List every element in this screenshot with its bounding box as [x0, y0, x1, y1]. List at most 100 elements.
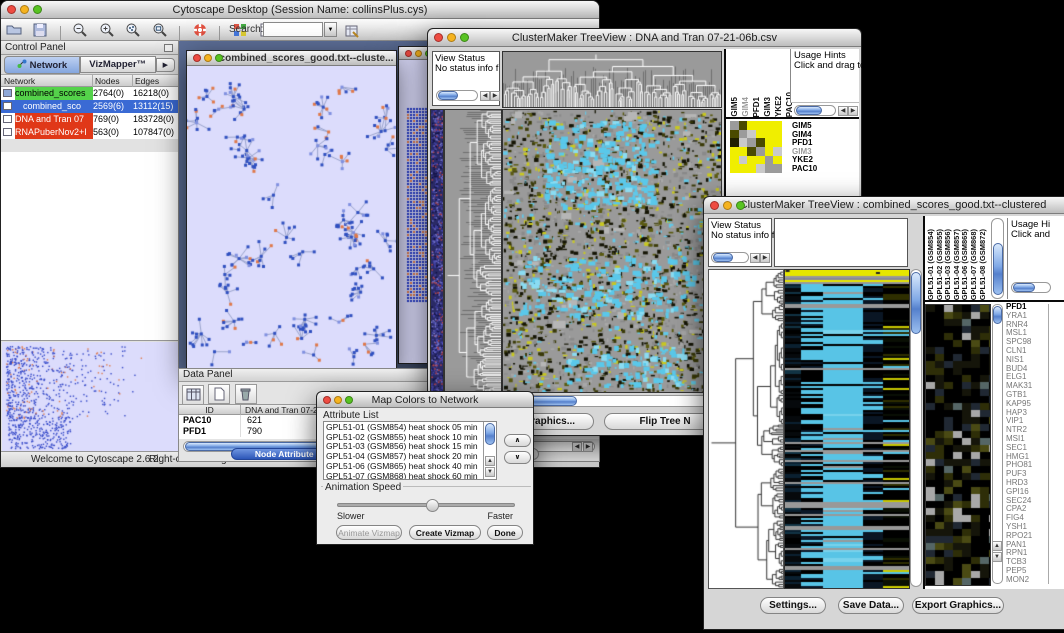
tv2-title-bar[interactable]: ClusterMaker TreeView : combined_scores_… [704, 197, 1064, 214]
zoom-selected-icon[interactable] [122, 20, 144, 40]
zoom-fit-icon[interactable] [149, 20, 171, 40]
heatmap-cell[interactable] [739, 164, 748, 173]
heatmap-cell[interactable] [747, 164, 756, 173]
heatmap-cell[interactable] [765, 156, 774, 165]
heatmap-cell[interactable] [730, 138, 739, 147]
heatmap-cell[interactable] [747, 156, 756, 165]
tv1-title-bar[interactable]: ClusterMaker TreeView : DNA and Tran 07-… [428, 29, 861, 47]
tv1-column-dendrogram[interactable] [502, 51, 722, 108]
row-label[interactable]: PAC10 [792, 165, 840, 174]
network-overview-thumbnail[interactable] [2, 342, 178, 452]
window-controls[interactable] [7, 1, 42, 18]
tab--[interactable]: ▶ [156, 58, 175, 72]
tv1-zoom-heatmap[interactable] [730, 121, 782, 173]
heatmap-cell[interactable] [765, 147, 774, 156]
save-data-button[interactable]: Save Data... [838, 597, 904, 614]
heatmap-cell[interactable] [730, 156, 739, 165]
heatmap-cell[interactable] [730, 121, 739, 130]
heatmap-cell[interactable] [730, 164, 739, 173]
attribute-listbox[interactable]: GPL51-01 (GSM854) heat shock 05 minGPL51… [323, 421, 497, 480]
float-panel-icon[interactable] [164, 44, 173, 52]
animation-speed-slider[interactable] [337, 503, 515, 507]
network1-canvas[interactable] [187, 66, 396, 371]
heatmap-cell[interactable] [739, 138, 748, 147]
new-attribute-icon[interactable] [208, 384, 230, 404]
heatmap-cell[interactable] [756, 147, 765, 156]
export-graphics-button[interactable]: Export Graphics... [912, 597, 1004, 614]
heatmap-cell[interactable] [730, 147, 739, 156]
move-down-button[interactable]: ∨ [504, 451, 531, 464]
zoom-in-icon[interactable] [96, 20, 118, 40]
save-session-button[interactable] [29, 20, 51, 40]
slider-thumb[interactable] [426, 499, 439, 512]
heatmap-cell[interactable] [756, 156, 765, 165]
network-row[interactable]: RNAPuberNov2+I563(0)107847(0) [1, 126, 178, 139]
tab-vizmapper-[interactable]: VizMapper™ [80, 56, 156, 73]
heatmap-cell[interactable] [773, 130, 782, 139]
heatmap-cell[interactable] [747, 147, 756, 156]
network-row[interactable]: combined_scores2764(0)16218(0) [1, 87, 178, 100]
tv2-zoom-heatmap[interactable] [925, 304, 991, 586]
zoom-out-icon[interactable] [69, 20, 91, 40]
main-title-bar[interactable]: Cytoscape Desktop (Session Name: collins… [1, 1, 599, 19]
tv1-zoom-scrollbar[interactable] [794, 105, 836, 116]
tv1-global-overview-strip[interactable] [430, 109, 444, 395]
col-edges[interactable]: Edges [133, 75, 179, 87]
tab-network[interactable]: Network [4, 56, 80, 74]
window-controls[interactable] [193, 51, 223, 65]
col-nodes[interactable]: Nodes [93, 75, 133, 87]
heatmap-cell[interactable] [756, 138, 765, 147]
help-icon[interactable] [189, 20, 211, 40]
heatmap-cell[interactable] [773, 138, 782, 147]
network1-title-bar[interactable]: combined_scores_good.txt--cluste... [187, 51, 396, 66]
gene-label[interactable]: MON2 [1006, 576, 1046, 585]
heatmap-cell[interactable] [756, 121, 765, 130]
heatmap-cell[interactable] [773, 121, 782, 130]
heatmap-cell[interactable] [756, 164, 765, 173]
create-vizmap-button[interactable]: Create Vizmap [409, 525, 481, 540]
heatmap-cell[interactable] [765, 138, 774, 147]
heatmap-cell[interactable] [773, 156, 782, 165]
search-config-icon[interactable] [341, 21, 363, 41]
heatmap-cell[interactable] [739, 147, 748, 156]
animate-vizmap-button[interactable]: Animate Vizmap [336, 525, 402, 540]
network-row[interactable]: combined_sco2569(6)13112(15) [1, 100, 178, 113]
search-dropdown-button[interactable]: ▼ [324, 22, 337, 37]
heatmap-cell[interactable] [739, 156, 748, 165]
col-network[interactable]: Network [1, 75, 93, 87]
settings-button[interactable]: Settings... [760, 597, 826, 614]
move-up-button[interactable]: ∧ [504, 434, 531, 447]
tv1-row-dendrogram[interactable] [444, 109, 502, 395]
delete-attribute-icon[interactable] [235, 384, 257, 404]
heatmap-cell[interactable] [773, 147, 782, 156]
heatmap-cell[interactable] [756, 130, 765, 139]
tv1-status-scrollbar[interactable] [436, 90, 478, 101]
heatmap-cell[interactable] [739, 121, 748, 130]
tv2-usage-scrollbar[interactable] [1011, 282, 1051, 293]
window-controls[interactable] [710, 197, 745, 213]
window-controls[interactable] [323, 392, 353, 407]
tv2-row-dendrogram[interactable] [708, 269, 784, 589]
network-row[interactable]: DNA and Tran 07769(0)183728(0) [1, 113, 178, 126]
heatmap-cell[interactable] [747, 121, 756, 130]
open-session-button[interactable] [3, 20, 25, 40]
window-controls[interactable] [434, 29, 469, 46]
heatmap-cell[interactable] [765, 164, 774, 173]
heatmap-cell[interactable] [765, 121, 774, 130]
heatmap-cell[interactable] [765, 130, 774, 139]
heatmap-cell[interactable] [739, 130, 748, 139]
id-column-header[interactable]: ID [179, 405, 241, 415]
done-button[interactable]: Done [487, 525, 523, 540]
tv1-hscrollbar[interactable] [502, 395, 720, 407]
tv2-heatmap[interactable] [784, 269, 910, 589]
heatmap-cell[interactable] [730, 130, 739, 139]
tv2-heat-vscrollbar[interactable] [910, 269, 922, 587]
tv1-heatmap[interactable] [502, 109, 722, 393]
tv2-collabel-scrollbar[interactable] [991, 218, 1004, 299]
heatmap-cell[interactable] [773, 164, 782, 173]
attribute-select-icon[interactable] [182, 385, 204, 405]
heatmap-cell[interactable] [747, 130, 756, 139]
tv2-genelist-scrollbar[interactable]: ▲▼ [992, 304, 1003, 584]
heatmap-cell[interactable] [747, 138, 756, 147]
dialog-title-bar[interactable]: Map Colors to Network [317, 392, 533, 408]
